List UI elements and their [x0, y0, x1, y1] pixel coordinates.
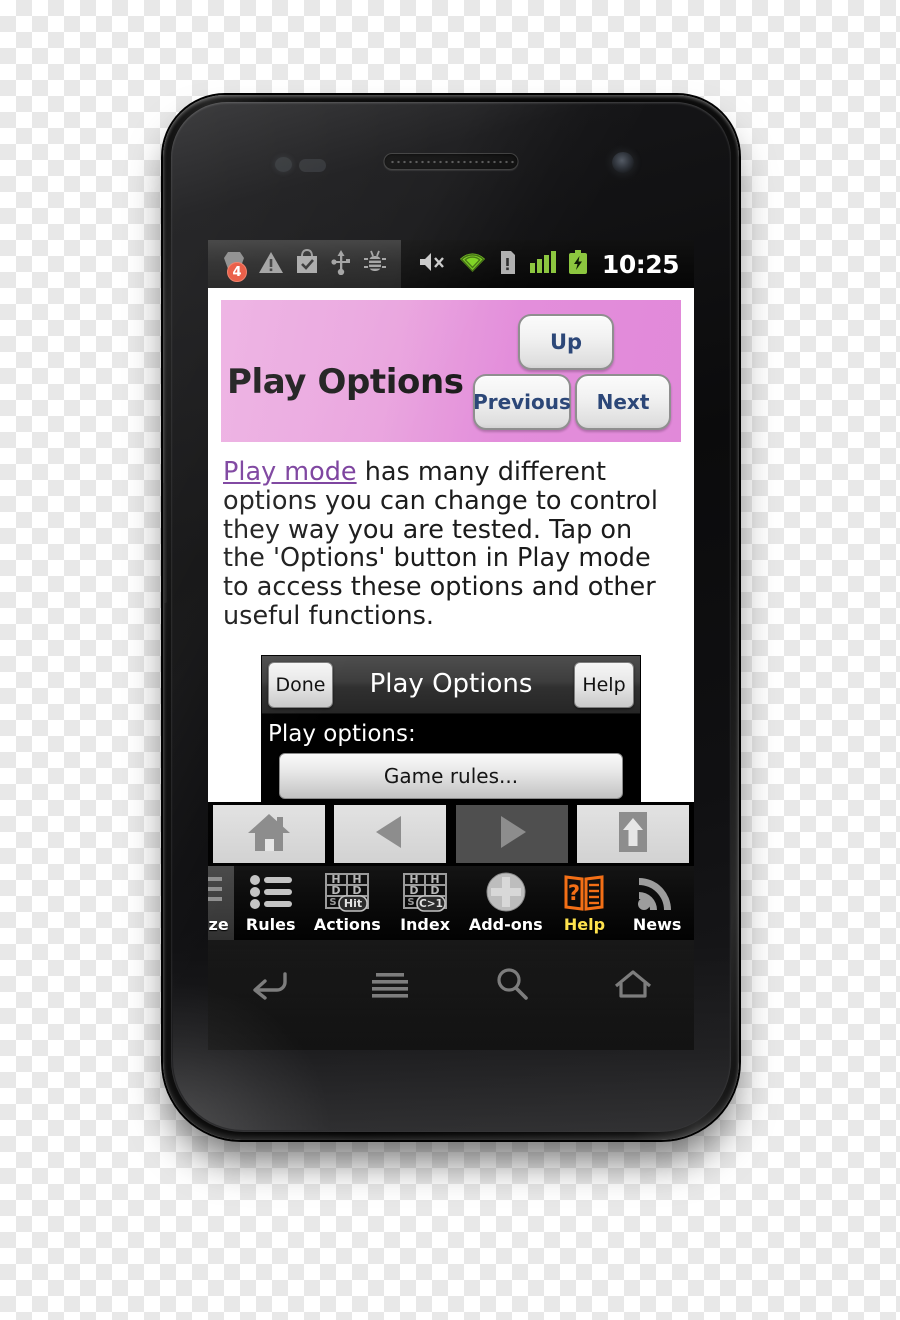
softkey-menu[interactable] — [350, 958, 430, 1014]
tab-label-help: Help — [563, 915, 606, 934]
front-camera-icon — [612, 152, 634, 173]
back-arrow-icon — [249, 968, 289, 1004]
webview-content: Play Options Up Previous Next Play mode … — [208, 288, 694, 802]
embedded-dialog-title: Play Options — [369, 669, 533, 700]
rss-icon — [636, 870, 678, 914]
svg-text:D: D — [353, 884, 362, 897]
page-title: Play Options — [227, 362, 464, 402]
phone-top-bezel — [163, 95, 739, 255]
svg-text:D: D — [430, 884, 439, 897]
nav-up-button[interactable] — [576, 805, 689, 863]
triangle-left-icon — [370, 812, 410, 856]
signal-bars-icon — [529, 250, 556, 278]
volume-rocker-button[interactable] — [163, 483, 167, 603]
tab-help[interactable]: ? Help — [549, 866, 621, 940]
light-sensor-icon — [299, 159, 326, 172]
warning-triangle-icon — [258, 250, 284, 279]
sidebar-item-memorize[interactable]: rize — [208, 866, 234, 940]
tab-label-addons: Add-ons — [468, 915, 543, 934]
embedded-section-label: Play options: — [268, 720, 416, 747]
menu-lines-icon — [370, 969, 410, 1003]
android-debug-bug-icon — [363, 249, 387, 279]
app-tab-bar: rize Rules — [208, 866, 694, 940]
svg-text:?: ? — [568, 881, 580, 905]
home-icon — [246, 811, 292, 857]
arrow-up-icon — [618, 811, 648, 857]
tab-actions[interactable]: H H D D S Hit Actions — [308, 866, 388, 940]
nav-home-button[interactable] — [213, 805, 325, 863]
tab-addons[interactable]: Add-ons — [463, 866, 549, 940]
speaker-grille — [389, 159, 516, 164]
tab-news[interactable]: News — [620, 866, 694, 940]
phone-screen: 4 10:25 Play Options Up Previous Next Pl… — [208, 240, 694, 940]
embedded-dialog-body: Play options: Game rules... Casino setti… — [262, 713, 640, 802]
embedded-help-button[interactable]: Help — [574, 661, 634, 708]
tab-rules[interactable]: Rules — [234, 866, 308, 940]
list-lines-icon — [208, 870, 225, 914]
index-table-icon: H H D D S C>1 — [401, 870, 449, 914]
usb-icon — [330, 249, 352, 279]
svg-text:Hit: Hit — [344, 897, 362, 910]
tab-label-index: Index — [400, 915, 451, 934]
embedded-dialog-toolbar: Done Play Options Help — [262, 655, 640, 714]
status-system-icons-area: 10:25 — [418, 240, 694, 288]
smartphone-device: 4 10:25 Play Options Up Previous Next Pl… — [163, 95, 739, 1140]
svg-text:S: S — [407, 897, 414, 908]
softkey-search[interactable] — [472, 958, 552, 1014]
tab-index[interactable]: H H D D S C>1 Index — [387, 866, 463, 940]
plus-circle-icon — [485, 870, 527, 914]
bullet-list-icon — [248, 870, 294, 914]
svg-text:C>1: C>1 — [419, 898, 443, 910]
status-bar-clock: 10:25 — [601, 249, 680, 279]
previous-button[interactable]: Previous — [473, 374, 571, 430]
svg-text:D: D — [332, 884, 341, 897]
svg-text:D: D — [409, 884, 418, 897]
wifi-icon — [459, 251, 486, 278]
android-soft-key-bar — [208, 940, 694, 1050]
earpiece-speaker — [383, 153, 519, 170]
up-button[interactable]: Up — [518, 314, 614, 370]
triangle-right-icon — [492, 812, 532, 856]
embedded-screenshot-image: Done Play Options Help Play options: Gam… — [261, 654, 641, 802]
body-paragraph: Play mode has many different options you… — [221, 458, 681, 631]
search-icon — [495, 967, 529, 1005]
softkey-back[interactable] — [229, 958, 309, 1014]
page-header-banner: Play Options Up Previous Next — [221, 300, 681, 442]
notification-count-badge: 4 — [227, 262, 247, 282]
svg-text:S: S — [330, 897, 337, 908]
shopping-bag-check-icon — [295, 248, 319, 279]
play-mode-link[interactable]: Play mode — [223, 457, 357, 487]
volume-muted-icon — [418, 250, 447, 278]
home-outline-icon — [613, 969, 653, 1003]
tab-label-news: News — [632, 915, 682, 934]
tab-label-actions: Actions — [313, 915, 381, 934]
nav-forward-button — [455, 805, 568, 863]
embedded-option-game-rules[interactable]: Game rules... — [279, 752, 623, 799]
softkey-home[interactable] — [593, 958, 673, 1014]
next-button[interactable]: Next — [575, 374, 671, 430]
nav-back-button[interactable] — [334, 805, 447, 863]
tab-label-rules: Rules — [245, 915, 296, 934]
sd-card-warning-icon — [498, 250, 517, 279]
help-book-icon: ? — [562, 870, 606, 914]
embedded-done-button[interactable]: Done — [268, 661, 333, 708]
hit-table-icon: H H D D S Hit — [323, 870, 371, 914]
proximity-sensor-icon — [275, 157, 292, 172]
battery-charging-icon — [568, 249, 588, 279]
tab-label-memorize: rize — [208, 915, 229, 934]
status-notifications-area[interactable]: 4 — [208, 240, 401, 288]
app-navigation-bar — [208, 802, 694, 866]
android-status-bar: 4 10:25 — [208, 240, 694, 288]
